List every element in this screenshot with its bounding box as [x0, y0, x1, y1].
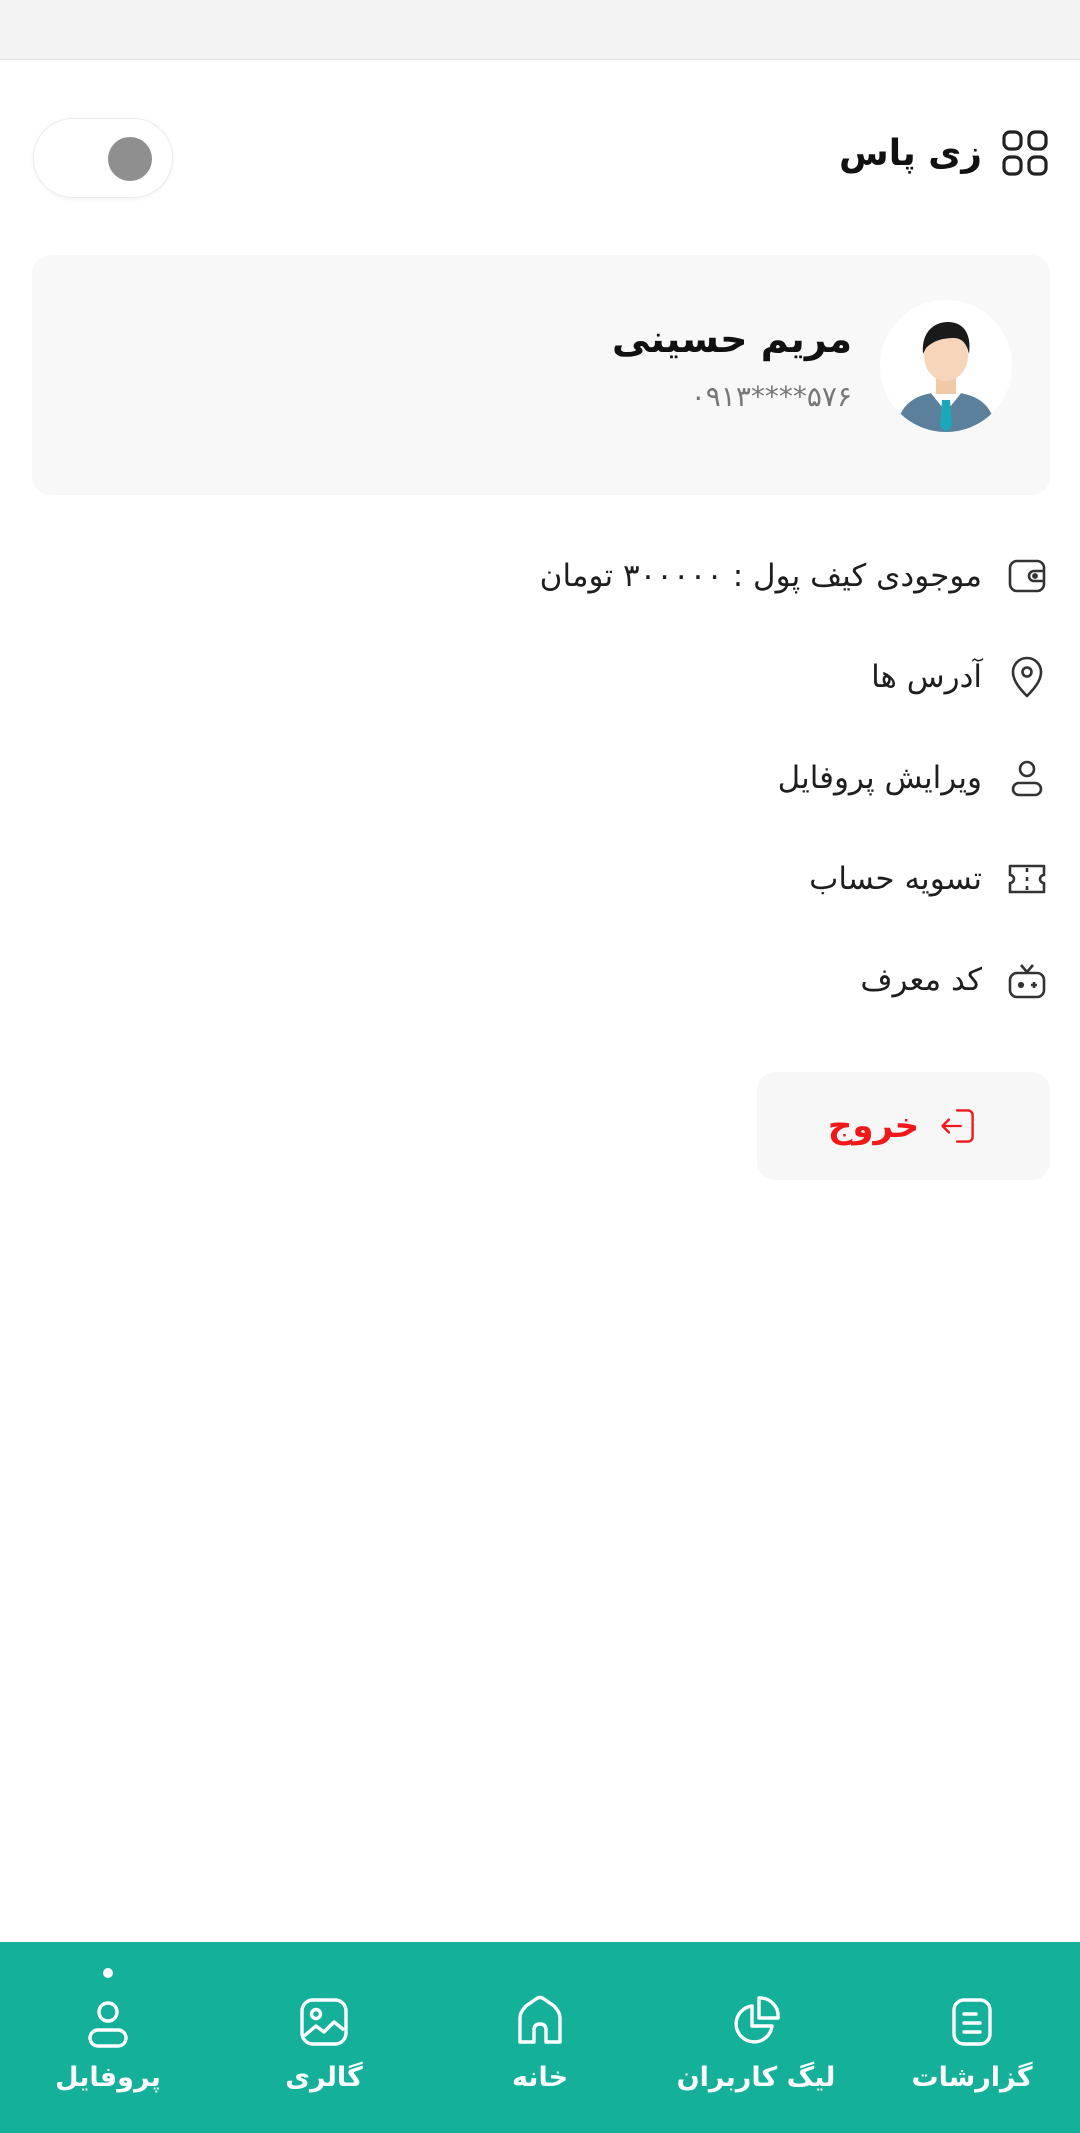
nav-item-profile[interactable]: پروفایل — [0, 1942, 216, 2133]
menu-item-label: تسویه حساب — [809, 860, 982, 897]
theme-toggle[interactable] — [33, 118, 173, 198]
menu-item-settlement[interactable]: تسویه حساب — [50, 828, 1050, 929]
logout-icon — [941, 1109, 974, 1143]
nav-item-home[interactable]: خانه — [432, 1942, 648, 2133]
user-avatar-icon — [880, 300, 1012, 432]
user-phone: ۰۹۱۳****۵۷۶ — [690, 380, 852, 413]
grid-icon[interactable] — [1000, 128, 1050, 178]
logout-label: خروج — [827, 1106, 920, 1146]
nav-label: پروفایل — [55, 2062, 161, 2093]
wallet-icon — [1008, 559, 1046, 592]
menu-item-wallet[interactable]: موجودی کیف پول : ۳۰۰۰۰۰ تومان — [50, 525, 1050, 626]
nav-label: گزارشات — [911, 2062, 1033, 2093]
profile-card[interactable]: مریم حسینی ۰۹۱۳****۵۷۶ — [32, 255, 1050, 495]
menu-item-label: آدرس ها — [871, 658, 982, 695]
location-pin-icon — [1011, 656, 1043, 697]
active-indicator — [103, 1968, 113, 1978]
header: زی پاس — [0, 60, 1080, 260]
menu-item-label: کد معرف — [860, 961, 982, 998]
top-bar — [0, 0, 1080, 60]
report-icon — [952, 1998, 992, 2046]
ticket-icon — [1008, 864, 1046, 893]
profile-icon — [88, 2001, 128, 2048]
user-name: مریم حسینی — [612, 317, 852, 361]
logout-button[interactable]: خروج — [757, 1072, 1050, 1180]
nav-item-reports[interactable]: گزارشات — [864, 1942, 1080, 2133]
menu-item-edit-profile[interactable]: ویرایش پروفایل — [50, 727, 1050, 828]
gallery-icon — [300, 1998, 348, 2046]
nav-label: خانه — [511, 2062, 569, 2093]
app-title: زی پاس — [839, 132, 982, 174]
profile-menu: موجودی کیف پول : ۳۰۰۰۰۰ تومان آدرس ها وی… — [50, 525, 1050, 1030]
brand: زی پاس — [839, 128, 1050, 178]
gift-icon — [1008, 963, 1046, 998]
nav-label: گالری — [285, 2062, 363, 2093]
menu-item-label: موجودی کیف پول : ۳۰۰۰۰۰ تومان — [539, 557, 982, 594]
user-icon — [1011, 760, 1043, 796]
avatar — [880, 300, 1012, 432]
menu-item-label: ویرایش پروفایل — [777, 759, 982, 796]
bottom-navigation: گزارشات لیگ کاربران خانه گالری پروفایل — [0, 1942, 1080, 2133]
nav-item-gallery[interactable]: گالری — [216, 1942, 432, 2133]
nav-label: لیگ کاربران — [676, 2062, 836, 2093]
nav-item-users-league[interactable]: لیگ کاربران — [648, 1942, 864, 2133]
menu-item-referral-code[interactable]: کد معرف — [50, 929, 1050, 1030]
home-icon — [518, 1995, 562, 2044]
toggle-knob — [108, 137, 152, 181]
menu-item-addresses[interactable]: آدرس ها — [50, 626, 1050, 727]
pie-chart-icon — [734, 1996, 780, 2044]
